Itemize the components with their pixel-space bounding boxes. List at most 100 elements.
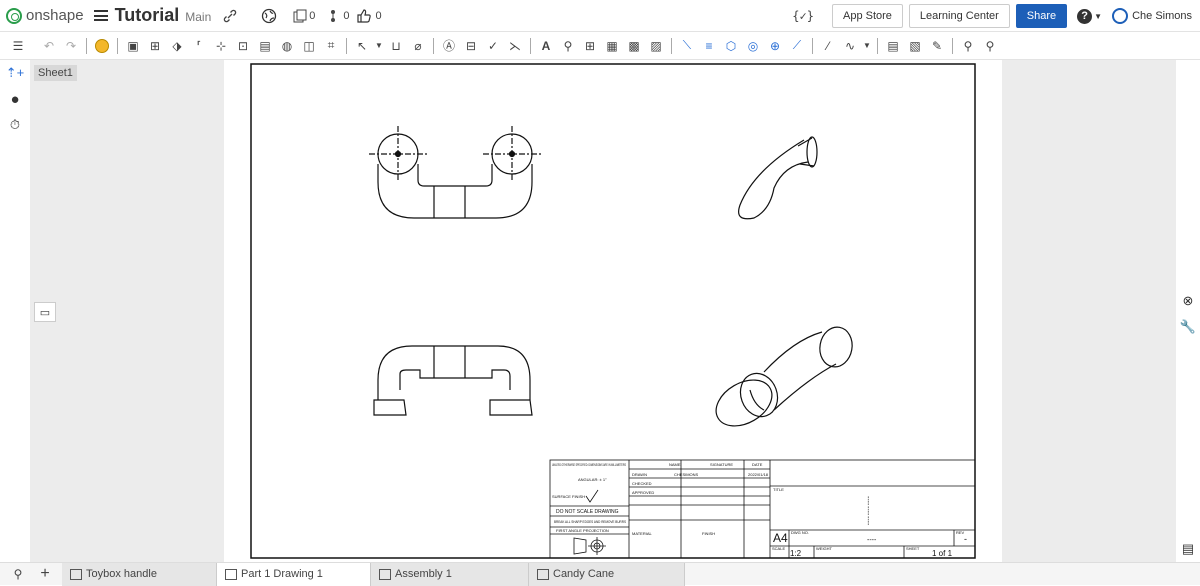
tb-rev: - [964,534,967,544]
tb-title-label: TITLE [773,487,784,492]
section-view-icon[interactable]: ⸢ [189,37,209,55]
tb-projection: FIRST ANGLE PROJECTION [556,528,609,533]
hole-table-icon[interactable]: ▩ [624,37,644,55]
globe-view-icon[interactable]: ◍ [277,37,297,55]
tangent-icon[interactable]: ⟋ [787,37,807,55]
diameter-icon[interactable]: ⌀ [408,37,428,55]
sketch-dropdown-icon[interactable]: ▼ [862,37,872,55]
spline-icon[interactable]: ∿ [840,37,860,55]
drawing-icon [225,568,237,580]
detail-view-icon[interactable]: ⊹ [211,37,231,55]
comments-icon[interactable]: ● [0,86,30,112]
tb-col-name: NAME [669,462,681,467]
app-store-button[interactable]: App Store [831,4,903,28]
help-icon[interactable]: ? [1077,8,1093,24]
table-icon[interactable]: ⊞ [580,37,600,55]
projected-view-icon[interactable]: ⊞ [145,37,165,55]
bom-icon[interactable]: ▦ [602,37,622,55]
insert-view-icon[interactable]: ▣ [123,37,143,55]
workspace-name[interactable]: Main [185,10,211,24]
wrench-icon[interactable]: 🔧 [1176,314,1200,340]
line-icon[interactable]: ⁄ [818,37,838,55]
toolbar-divider [812,37,813,54]
tb-sheet-label: SHEET [906,546,920,551]
tb-row-approved: APPROVED [632,490,654,495]
callout-icon[interactable]: ⚲ [558,37,578,55]
tab-part1-drawing1[interactable]: Part 1 Drawing 1 [217,562,371,586]
assembly-icon [379,568,391,580]
feature-list-icon[interactable]: ☰ [8,37,28,55]
inspect-icon[interactable]: ⚲ [958,37,978,55]
drawing-sheet: UNLESS OTHERWISE SPECIFIED: DIMENSIONS A… [250,63,976,559]
tb-title-line-1: ---- [864,496,871,506]
tb-weight-label: WEIGHT [816,546,833,551]
panel-toggle-icon[interactable]: ▭ [34,302,56,322]
tb-general-note: UNLESS OTHERWISE SPECIFIED: DIMENSIONS A… [552,462,626,467]
like-icon[interactable] [356,8,372,24]
tb-dwg-no: ---- [867,537,877,544]
toolbar-divider [877,37,878,54]
tb-title-line-2: ---- [864,506,871,516]
centermark-icon[interactable]: ≡ [699,37,719,55]
versions-icon[interactable] [293,9,307,23]
datum-icon[interactable]: ⊟ [461,37,481,55]
tb-surface-finish: SURFACE FINISH [552,494,585,499]
view-visibility-icon[interactable]: ⊗ [1176,288,1200,314]
center-mark-icon[interactable]: ⊕ [765,37,785,55]
branch-icon[interactable] [329,9,337,23]
measure-icon[interactable]: ⚲ [980,37,1000,55]
help-dropdown-icon[interactable]: ▼ [1094,12,1102,21]
broken-view-icon[interactable]: ▤ [255,37,275,55]
note-icon[interactable]: Ⓐ [439,37,459,55]
sheet-tab[interactable]: Sheet1 [34,65,77,81]
tab-toybox-handle[interactable]: Toybox handle [62,562,217,586]
tab-candy-cane[interactable]: Candy Cane [529,562,685,586]
learning-center-button[interactable]: Learning Center [908,4,1010,28]
globe-icon[interactable] [261,8,277,24]
check-icon[interactable]: ✓ [483,37,503,55]
drawing-canvas[interactable]: UNLESS OTHERWISE SPECIFIED: DIMENSIONS A… [224,60,1002,562]
document-name[interactable]: Tutorial [115,5,180,26]
tab-search-icon[interactable]: ⚲ [8,565,28,583]
redo-icon[interactable]: ↷ [61,37,81,55]
user-name[interactable]: Che Simons [1132,10,1192,22]
link-icon[interactable] [223,9,237,23]
user-avatar[interactable] [1112,8,1129,24]
onshape-logo[interactable]: onshape [6,7,84,24]
undo-icon[interactable]: ↶ [39,37,59,55]
auxiliary-view-icon[interactable]: ⬗ [167,37,187,55]
ordinate-icon[interactable]: ⊔ [386,37,406,55]
break-out-icon[interactable]: ◫ [299,37,319,55]
text-icon[interactable]: A [536,37,556,55]
crop-view-icon[interactable]: ⊡ [233,37,253,55]
image-icon[interactable]: ▧ [905,37,925,55]
share-button[interactable]: Share [1015,4,1068,28]
stopwatch-icon[interactable]: ⏱ [0,112,30,138]
right-rail: ⊗ 🔧 ▤ [1176,60,1200,562]
centerline-icon[interactable]: ⟍ [677,37,697,55]
toolbar-divider [346,37,347,54]
crop-icon[interactable]: ⌗ [321,37,341,55]
tb-scale: 1:2 [790,549,802,558]
menu-icon[interactable] [93,10,108,21]
export-dxf-icon[interactable]: ▤ [883,37,903,55]
hatch-icon[interactable]: ⬡ [721,37,741,55]
dimension-icon[interactable]: ↖ [352,37,372,55]
add-sheet-icon[interactable]: ⇡+ [0,60,30,86]
custom-features-icon[interactable]: {✓} [792,9,814,23]
revision-table-icon[interactable]: ▨ [646,37,666,55]
dimension-dropdown-icon[interactable]: ▼ [374,37,384,55]
part-studio-icon [70,568,82,580]
branches-count: 0 [343,9,350,22]
tb-col-date: DATE [752,462,763,467]
regenerate-icon[interactable] [92,37,112,55]
tab-assembly1[interactable]: Assembly 1 [371,562,529,586]
weld-icon[interactable]: ⋋ [505,37,525,55]
drawing-properties-icon[interactable]: ▤ [1176,536,1200,562]
bolt-circle-icon[interactable]: ◎ [743,37,763,55]
tab-label: Candy Cane [553,568,615,580]
sheet-panel: Sheet1 ▭ [30,60,224,562]
format-painter-icon[interactable]: ✎ [927,37,947,55]
add-tab-icon[interactable]: + [35,565,55,583]
toolbar-divider [530,37,531,54]
